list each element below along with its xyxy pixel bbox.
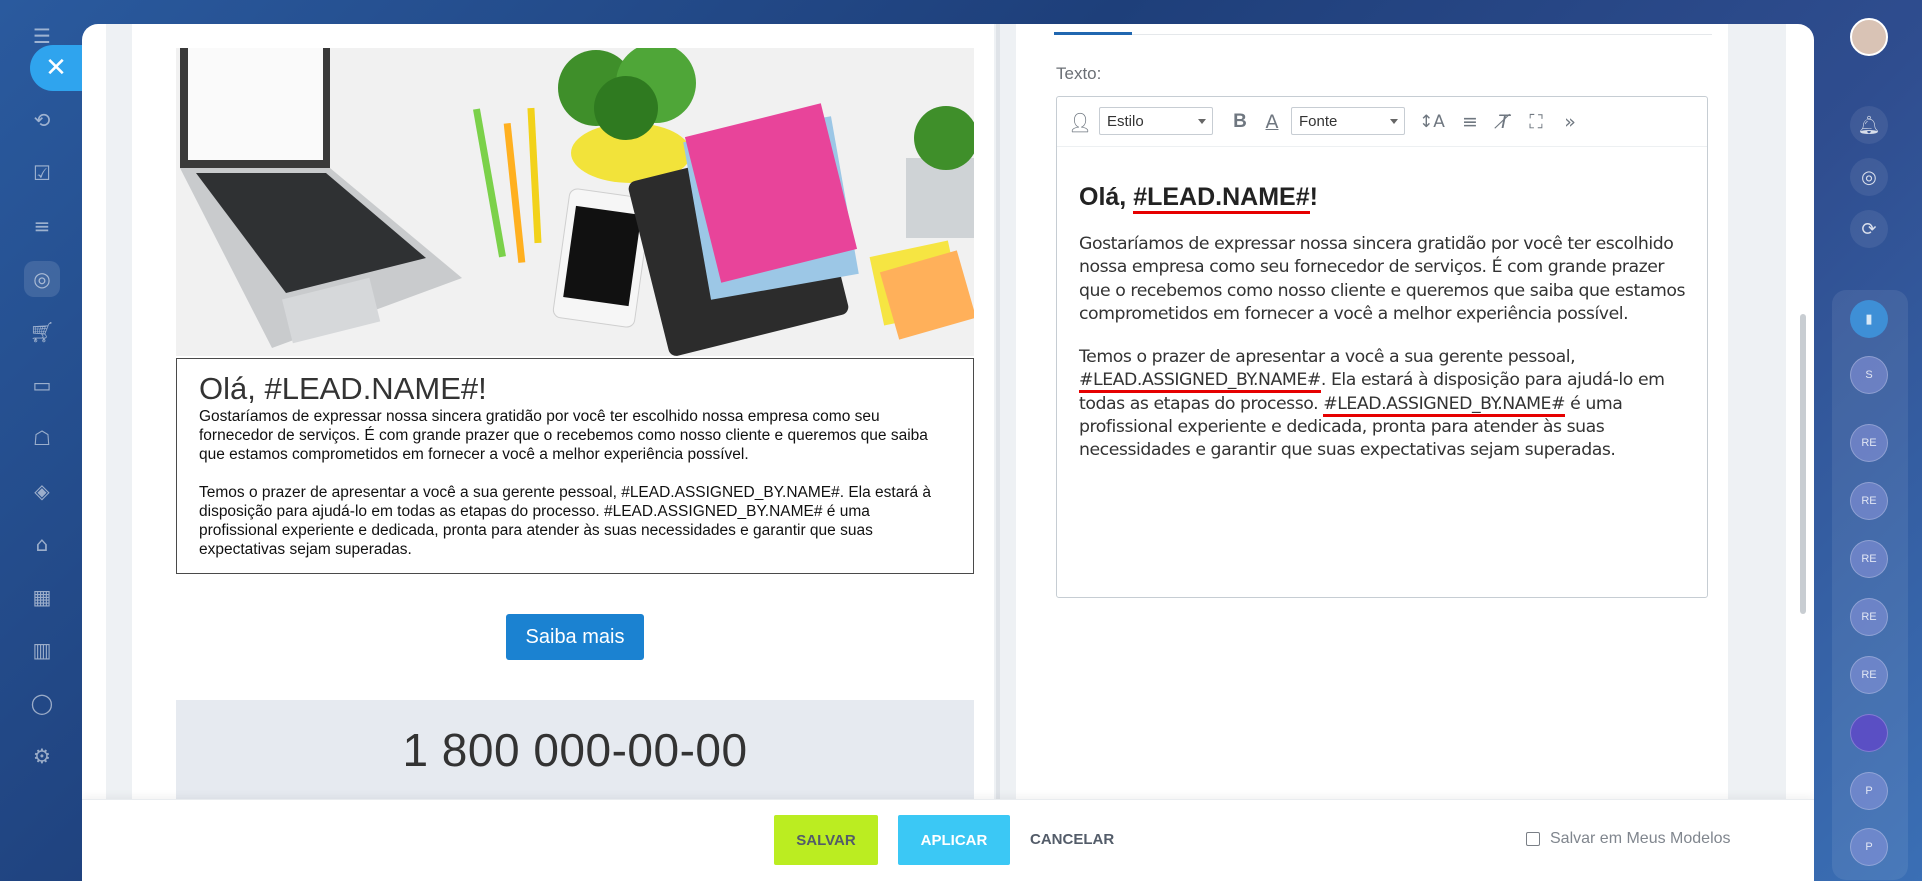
left-sidebar: ☰ ✕ ⟲ ☑ ≡ ◎ 🛒︎ ▭ ☖ ◈ ⌂ ▦ ▥ ◯ ⚙: [0, 0, 82, 881]
footer-bar: SALVAR APLICAR CANCELAR Salvar em Meus M…: [82, 799, 1814, 881]
lead-name-token: #LEAD.NAME#: [1133, 183, 1310, 214]
scrollbar[interactable]: [1800, 314, 1806, 614]
assigned-by-token: #LEAD.ASSIGNED_BY.NAME#: [1323, 393, 1566, 417]
assigned-by-token: #LEAD.ASSIGNED_BY.NAME#: [1079, 370, 1321, 394]
phone-block: 1 800 000-00-00: [176, 700, 974, 800]
gear-icon[interactable]: ⚙: [24, 738, 60, 774]
save-to-templates-checkbox[interactable]: [1526, 832, 1540, 846]
font-select[interactable]: Fonte: [1291, 107, 1405, 135]
contact-avatar[interactable]: RE: [1850, 656, 1888, 694]
editor-toolbar: 👤︎ Estilo B A Fonte ↕A ≡ T̸ ⛶ »: [1057, 97, 1707, 147]
contact-avatar[interactable]: [1850, 714, 1888, 752]
font-size-icon[interactable]: ↕A: [1419, 109, 1445, 135]
fullscreen-icon[interactable]: ⛶: [1523, 109, 1549, 135]
saiba-mais-button[interactable]: Saiba mais: [506, 614, 644, 660]
email-preview-panel: Olá, #LEAD.NAME#! Gostaríamos de express…: [132, 24, 994, 800]
connections-icon[interactable]: ⟲: [24, 102, 60, 138]
cart-icon[interactable]: 🛒︎: [24, 314, 60, 350]
sync-icon[interactable]: ⟳: [1850, 210, 1888, 248]
chart-icon[interactable]: ▥: [24, 632, 60, 668]
editor-content[interactable]: Olá, #LEAD.NAME#! Gostaríamos de express…: [1079, 181, 1699, 463]
close-icon: ✕: [45, 53, 67, 83]
chevron-down-icon: [1390, 119, 1398, 124]
editor-window: Olá, #LEAD.NAME#! Gostaríamos de express…: [82, 24, 1814, 881]
bookmark-icon[interactable]: ▮: [1850, 300, 1888, 338]
contact-avatar[interactable]: RE: [1850, 598, 1888, 636]
contact-avatar[interactable]: RE: [1850, 424, 1888, 462]
align-icon[interactable]: ≡: [1457, 109, 1483, 135]
contact-avatar[interactable]: RE: [1850, 482, 1888, 520]
active-tab-indicator: [1054, 32, 1132, 35]
avatar-icon[interactable]: [1850, 18, 1888, 56]
cancel-button[interactable]: CANCELAR: [1030, 815, 1114, 865]
contact-avatar[interactable]: RE: [1850, 540, 1888, 578]
more-icon[interactable]: »: [1557, 109, 1583, 135]
email-heading: Olá, #LEAD.NAME#!: [199, 371, 487, 406]
phone-number: 1 800 000-00-00: [402, 724, 748, 776]
editor-paragraph: Temos o prazer de apresentar a você a su…: [1079, 347, 1665, 461]
contact-avatar[interactable]: P: [1850, 828, 1888, 866]
contact-avatar[interactable]: P: [1850, 772, 1888, 810]
apply-button[interactable]: APLICAR: [898, 815, 1010, 865]
text-editor[interactable]: 👤︎ Estilo B A Fonte ↕A ≡ T̸ ⛶ » Olá, #LE…: [1056, 96, 1708, 598]
filter-icon[interactable]: ≡: [24, 208, 60, 244]
robot-icon[interactable]: ☖: [24, 420, 60, 456]
save-to-templates-option[interactable]: Salvar em Meus Modelos: [1526, 830, 1731, 848]
right-sidebar: 🔔︎ ◎ ⟳ ▮ S RE RE RE RE RE P P: [1812, 0, 1922, 881]
bold-icon[interactable]: B: [1227, 109, 1253, 135]
email-paragraph: Gostaríamos de expressar nossa sincera g…: [199, 408, 928, 463]
desk-illustration: [176, 48, 974, 356]
target-icon[interactable]: ◎: [24, 261, 60, 297]
tab-line: [1132, 34, 1712, 35]
tasks-icon[interactable]: ☑: [24, 155, 60, 191]
contact-avatar[interactable]: S: [1850, 356, 1888, 394]
texto-label: Texto:: [1056, 64, 1102, 83]
settings-panel: Texto: 👤︎ Estilo B A Fonte ↕A ≡ T̸ ⛶ » O…: [1016, 24, 1728, 799]
style-select[interactable]: Estilo: [1099, 107, 1213, 135]
email-card: Olá, #LEAD.NAME#! Gostaríamos de express…: [176, 48, 974, 800]
target-icon[interactable]: ◎: [1850, 158, 1888, 196]
save-to-templates-label: Salvar em Meus Modelos: [1550, 830, 1731, 847]
calendar-icon[interactable]: ▦: [24, 579, 60, 615]
editor-heading: Olá, #LEAD.NAME#!: [1079, 181, 1699, 214]
panel-divider[interactable]: [996, 24, 1000, 799]
text-color-icon[interactable]: A: [1259, 109, 1285, 135]
bell-icon[interactable]: 🔔︎: [1850, 106, 1888, 144]
warehouse-icon[interactable]: ⌂: [24, 526, 60, 562]
close-button[interactable]: ✕: [30, 45, 82, 91]
clear-format-icon[interactable]: T̸: [1491, 109, 1517, 135]
email-content-block[interactable]: Olá, #LEAD.NAME#! Gostaríamos de express…: [176, 358, 974, 574]
hero-image: [176, 48, 974, 356]
card-icon[interactable]: ▭: [24, 367, 60, 403]
personalize-icon[interactable]: 👤︎: [1067, 109, 1093, 135]
chevron-down-icon: [1198, 119, 1206, 124]
save-button[interactable]: SALVAR: [774, 815, 878, 865]
editor-paragraph: Gostaríamos de expressar nossa sincera g…: [1079, 234, 1686, 324]
box-icon[interactable]: ◈: [24, 473, 60, 509]
email-paragraph: Temos o prazer de apresentar a você a su…: [199, 484, 932, 558]
circle-icon[interactable]: ◯: [24, 685, 60, 721]
